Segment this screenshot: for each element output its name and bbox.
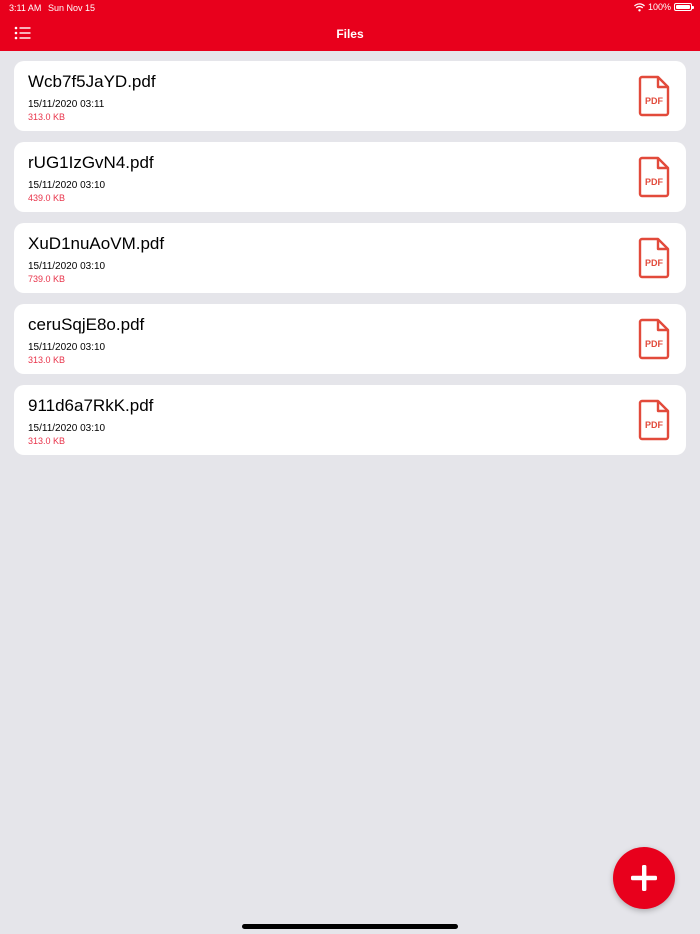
wifi-icon — [634, 2, 645, 11]
file-list: Wcb7f5JaYD.pdf 15/11/2020 03:11 313.0 KB… — [14, 61, 686, 466]
file-date: 15/11/2020 03:10 — [28, 423, 106, 434]
pdf-icon-label: PDF — [645, 177, 663, 187]
add-file-button[interactable] — [613, 847, 675, 909]
file-size: 739.0 KB — [28, 274, 66, 284]
file-size: 313.0 KB — [28, 355, 66, 365]
file-row[interactable]: Wcb7f5JaYD.pdf 15/11/2020 03:11 313.0 KB… — [14, 61, 686, 131]
file-size: 439.0 KB — [28, 193, 66, 203]
plus-icon — [631, 865, 657, 891]
pdf-file-icon: PDF — [638, 75, 670, 117]
top-bar: 3:11 AM Sun Nov 15 100% Files — [0, 0, 700, 51]
file-name: rUG1IzGvN4.pdf — [28, 153, 154, 172]
file-name: Wcb7f5JaYD.pdf — [28, 72, 156, 91]
file-row[interactable]: XuD1nuAoVM.pdf 15/11/2020 03:10 739.0 KB… — [14, 223, 686, 293]
pdf-icon-label: PDF — [645, 339, 663, 349]
file-date: 15/11/2020 03:10 — [28, 342, 106, 353]
file-name: 911d6a7RkK.pdf — [28, 396, 154, 415]
pdf-file-icon: PDF — [638, 318, 670, 360]
file-name: XuD1nuAoVM.pdf — [28, 234, 165, 253]
file-name: ceruSqjE8o.pdf — [28, 315, 145, 334]
status-time: 3:11 AM — [9, 3, 42, 13]
file-size: 313.0 KB — [28, 436, 66, 446]
file-date: 15/11/2020 03:11 — [28, 99, 105, 110]
page-title: Files — [336, 27, 364, 41]
status-bar: 3:11 AM Sun Nov 15 100% — [0, 0, 700, 16]
file-row[interactable]: ceruSqjE8o.pdf 15/11/2020 03:10 313.0 KB… — [14, 304, 686, 374]
status-date: Sun Nov 15 — [48, 3, 96, 13]
home-indicator — [242, 924, 458, 929]
battery-icon — [674, 3, 694, 11]
file-date: 15/11/2020 03:10 — [28, 180, 106, 191]
pdf-file-icon: PDF — [638, 237, 670, 279]
pdf-file-icon: PDF — [638, 399, 670, 441]
file-date: 15/11/2020 03:10 — [28, 261, 106, 272]
pdf-icon-label: PDF — [645, 258, 663, 268]
pdf-icon-label: PDF — [645, 420, 663, 430]
pdf-file-icon: PDF — [638, 156, 670, 198]
file-row[interactable]: rUG1IzGvN4.pdf 15/11/2020 03:10 439.0 KB… — [14, 142, 686, 212]
file-row[interactable]: 911d6a7RkK.pdf 15/11/2020 03:10 313.0 KB… — [14, 385, 686, 455]
file-size: 313.0 KB — [28, 112, 66, 122]
status-indicators: 100% — [634, 2, 694, 12]
battery-percent: 100% — [647, 2, 671, 12]
pdf-icon-label: PDF — [645, 96, 663, 106]
